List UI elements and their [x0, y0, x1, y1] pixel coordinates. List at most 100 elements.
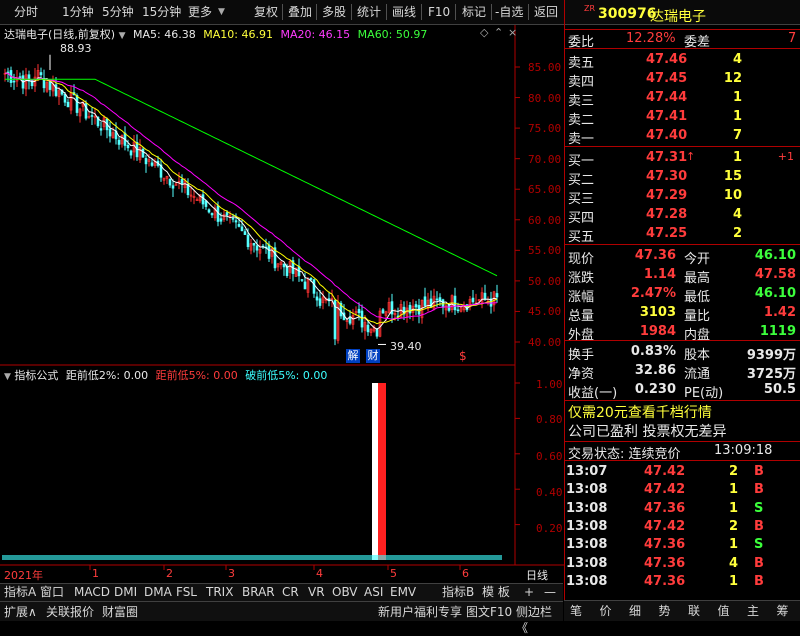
promo-row[interactable]: 仅需20元查看千档行情: [564, 400, 800, 421]
indicator-name[interactable]: 指标公式: [14, 369, 58, 382]
stat-label: 今开: [684, 252, 711, 267]
tab-sidebar[interactable]: 侧边栏《: [516, 604, 563, 635]
trade-volume: 2: [728, 464, 738, 479]
trade-volume: 2: [728, 518, 738, 534]
tab-vr[interactable]: VR: [308, 584, 325, 600]
event-dollar[interactable]: $: [459, 349, 467, 363]
stock-header: ZR 300976 达瑞电子: [564, 4, 800, 26]
tab-zhibiao-a[interactable]: 指标A: [4, 584, 36, 600]
candle-body: [150, 162, 154, 166]
tab-fsl[interactable]: FSL: [176, 584, 197, 600]
tab-guanlian[interactable]: 关联报价: [46, 604, 94, 620]
bid-volume: 2: [732, 226, 742, 241]
tb-fuquan[interactable]: 复权: [254, 3, 278, 21]
trade-volume: 1: [728, 482, 738, 498]
panel-tab[interactable]: 势: [659, 603, 671, 619]
tb-1min[interactable]: 1分钟: [62, 3, 94, 21]
panel-tab[interactable]: 联: [688, 603, 700, 619]
panel-tabs: 笔价细势联值主筹: [564, 600, 800, 621]
price-tick: 45.00: [528, 305, 562, 318]
period-label[interactable]: 日线: [526, 567, 548, 583]
chevron-down-icon[interactable]: ▼: [4, 372, 11, 382]
price-tick: 75.00: [528, 122, 562, 135]
panel-tab[interactable]: 笔: [570, 603, 582, 619]
stats-block: 现价 47.36 今开 46.10 涨跌 1.14 最高 47.58 涨幅 2.47% 最低 46.1…: [564, 244, 800, 343]
tab-newuser[interactable]: 新用户福利专享: [378, 604, 462, 620]
candle-body: [309, 277, 313, 280]
stat-value: 50.5: [763, 382, 796, 397]
tab-dma[interactable]: DMA: [144, 584, 172, 600]
tab-asi[interactable]: ASI: [364, 584, 383, 600]
tab-brar[interactable]: BRAR: [242, 584, 275, 600]
event-jie[interactable]: 解: [346, 349, 360, 363]
diamond-icon[interactable]: ◇: [480, 26, 488, 39]
ask-price: 47.46: [646, 52, 688, 67]
panel-tab[interactable]: 细: [629, 603, 641, 619]
trade-row: 13:08 47.36 1 S: [564, 500, 800, 518]
tab-macd[interactable]: MACD: [74, 584, 110, 600]
tab-kuozhan[interactable]: 扩展∧: [4, 604, 37, 620]
event-cai[interactable]: 财: [366, 349, 380, 363]
tb-fanhui[interactable]: 返回: [534, 3, 558, 21]
trade-side: B: [754, 518, 764, 534]
tab-trix[interactable]: TRIX: [206, 584, 233, 600]
bid-price: 47.25: [646, 226, 688, 241]
stat-label: 最低: [684, 290, 711, 305]
trade-time: 13:07: [566, 464, 608, 479]
promo-text[interactable]: 仅需20元查看千档行情: [568, 402, 712, 422]
trade-price: 47.36: [644, 500, 686, 516]
tab-tuwen-f10[interactable]: 图文F10: [466, 604, 512, 620]
tb-tongji[interactable]: 统计: [357, 3, 381, 21]
bid-row: 买五 47.25 2: [564, 225, 800, 245]
candle-body: [243, 231, 247, 235]
axis-label: 4: [316, 567, 323, 580]
tab-obv[interactable]: OBV: [332, 584, 358, 600]
kline-chart[interactable]: [0, 25, 564, 570]
candle-body: [66, 101, 70, 108]
chevron-down-icon[interactable]: ▼: [218, 3, 225, 21]
trade-price: 47.36: [644, 537, 686, 553]
stat-row: 换手 0.83% 股本 9399万: [564, 343, 800, 363]
stat-value: 1984: [639, 324, 676, 339]
tb-more[interactable]: 更多: [188, 3, 212, 21]
tb-5min[interactable]: 5分钟: [102, 3, 134, 21]
candle-body: [171, 185, 175, 189]
tb-f10[interactable]: F10: [428, 3, 450, 21]
panel-tab[interactable]: 筹: [777, 603, 789, 619]
zoom-in-button[interactable]: +: [524, 584, 534, 600]
stat-row: 涨跌 1.14 最高 47.58: [564, 266, 800, 286]
ask-row: 卖五 47.46 4: [564, 51, 800, 71]
panel-tab[interactable]: 价: [600, 603, 612, 619]
panel-tab[interactable]: 值: [718, 603, 730, 619]
panel-tab[interactable]: 主: [747, 603, 759, 619]
tab-zhibiao-b[interactable]: 指标B: [442, 584, 474, 600]
chevron-down-icon[interactable]: ▼: [119, 31, 126, 41]
stat-label: 收益(一): [568, 386, 618, 401]
trade-time: 13:08: [566, 573, 608, 589]
tab-caifuquan[interactable]: 财富圈: [102, 604, 138, 620]
tb-fenshi[interactable]: 分时: [14, 3, 38, 21]
trade-volume: 4: [728, 555, 738, 571]
tb-diejia[interactable]: 叠加: [288, 3, 312, 21]
stat-row: 收益(一) 0.230 PE(动) 50.5: [564, 381, 800, 401]
zoom-out-button[interactable]: —: [544, 584, 556, 600]
tab-chuangkou[interactable]: 窗口: [40, 584, 64, 600]
ask-price: 47.44: [646, 90, 688, 105]
chevron-up-icon[interactable]: ⌃: [494, 26, 503, 39]
tb-huaxian[interactable]: 画线: [392, 3, 416, 21]
price-tick: 85.00: [528, 61, 562, 74]
tab-cr[interactable]: CR: [282, 584, 299, 600]
tab-dmi[interactable]: DMI: [114, 584, 137, 600]
trade-time: 13:08: [566, 555, 608, 571]
stock-name: 达瑞电子: [650, 9, 706, 25]
tb-duogu[interactable]: 多股: [322, 3, 346, 21]
ind-tick: 0.20: [536, 522, 563, 535]
tb-biaoji[interactable]: 标记: [462, 3, 486, 21]
tab-emv[interactable]: EMV: [390, 584, 416, 600]
tab-moban[interactable]: 模 板: [482, 584, 510, 600]
trade-volume: 1: [728, 537, 738, 553]
bid-label: 买二: [568, 173, 595, 188]
close-icon[interactable]: ×: [508, 26, 517, 39]
tb-zixuan[interactable]: -自选: [495, 3, 523, 21]
tb-15min[interactable]: 15分钟: [142, 3, 181, 21]
